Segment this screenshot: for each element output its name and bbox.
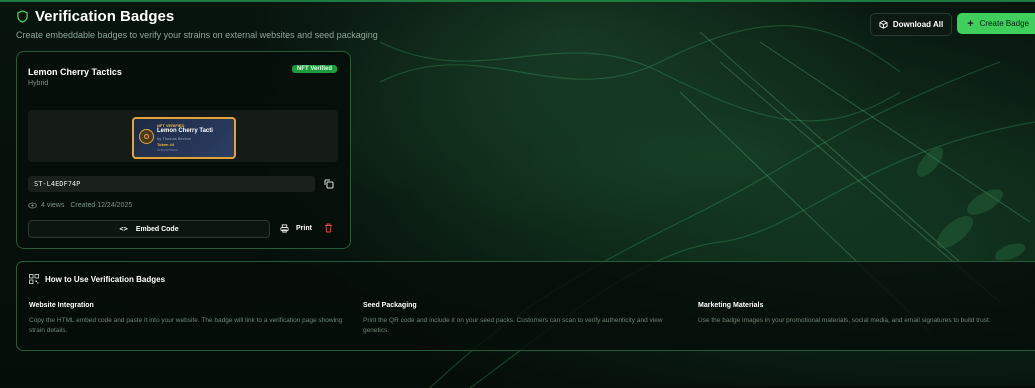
page-title-text: Verification Badges [35, 8, 175, 25]
seal-icon [139, 129, 154, 144]
header-actions: Download All + Create Badge [869, 13, 1035, 36]
created-date: Created 12/24/2025 [70, 202, 133, 209]
preview-breeder: by Thomas Bevlom [157, 136, 192, 141]
how-to-seed: Seed Packaging Print the QR code and inc… [363, 302, 683, 336]
page-subtitle: Create embeddable badges to verify your … [16, 30, 378, 40]
preview-foot: STRAINTRACK [157, 148, 179, 152]
page-title: Verification Badges [16, 8, 378, 25]
badge-card: Lemon Cherry Tactics Hybrid NFT Verified… [16, 51, 351, 249]
eye-icon [28, 202, 37, 209]
badge-code-field[interactable]: ST-L4EDF74P [28, 176, 315, 192]
qr-code-icon [29, 274, 39, 284]
badge-preview: NFT VERIFIED Lemon Cherry Tacti by Thoma… [28, 110, 338, 162]
create-badge-button[interactable]: + Create Badge [957, 13, 1035, 34]
page-header: Verification Badges Create embeddable ba… [16, 8, 378, 40]
create-badge-label: Create Badge [979, 19, 1029, 28]
how-to-marketing: Marketing Materials Use the badge images… [698, 302, 1018, 326]
how-to-seed-desc: Print the QR code and include it on your… [363, 317, 663, 334]
code-icon: <> [119, 225, 128, 233]
how-to-title: How to Use Verification Badges [45, 274, 166, 284]
shield-icon [17, 10, 28, 23]
strain-type: Hybrid [28, 80, 49, 87]
copy-icon[interactable] [323, 178, 335, 190]
plus-icon: + [967, 17, 974, 30]
badge-meta: 4 views Created 12/24/2025 [28, 202, 132, 209]
how-to-website-desc: Copy the HTML embed code and paste it in… [29, 317, 343, 334]
package-icon [879, 20, 888, 29]
embed-code-button[interactable]: <> Embed Code [28, 220, 270, 238]
how-to-panel: How to Use Verification Badges Website I… [16, 261, 1035, 351]
embed-code-label: Embed Code [135, 225, 179, 233]
download-all-label: Download All [892, 20, 944, 29]
trash-icon[interactable] [324, 223, 333, 233]
how-to-website: Website Integration Copy the HTML embed … [29, 302, 349, 336]
how-to-seed-title: Seed Packaging [363, 302, 417, 309]
how-to-website-title: Website Integration [29, 302, 94, 309]
print-label: Print [296, 224, 312, 232]
print-button[interactable]: Print [276, 220, 316, 236]
printer-icon [280, 223, 289, 233]
view-count: 4 views [41, 202, 65, 209]
how-to-marketing-title: Marketing Materials [698, 302, 764, 309]
download-all-button[interactable]: Download All [869, 13, 953, 36]
how-to-marketing-desc: Use the badge images in your promotional… [698, 317, 991, 324]
strain-name: Lemon Cherry Tactics [28, 67, 122, 77]
how-to-header: How to Use Verification Badges [29, 274, 165, 284]
status-badge: NFT Verified [291, 65, 337, 73]
badge-preview-image[interactable]: NFT VERIFIED Lemon Cherry Tacti by Thoma… [132, 117, 236, 159]
preview-name: Lemon Cherry Tacti [157, 128, 213, 134]
preview-token: Token #4 [157, 142, 175, 147]
